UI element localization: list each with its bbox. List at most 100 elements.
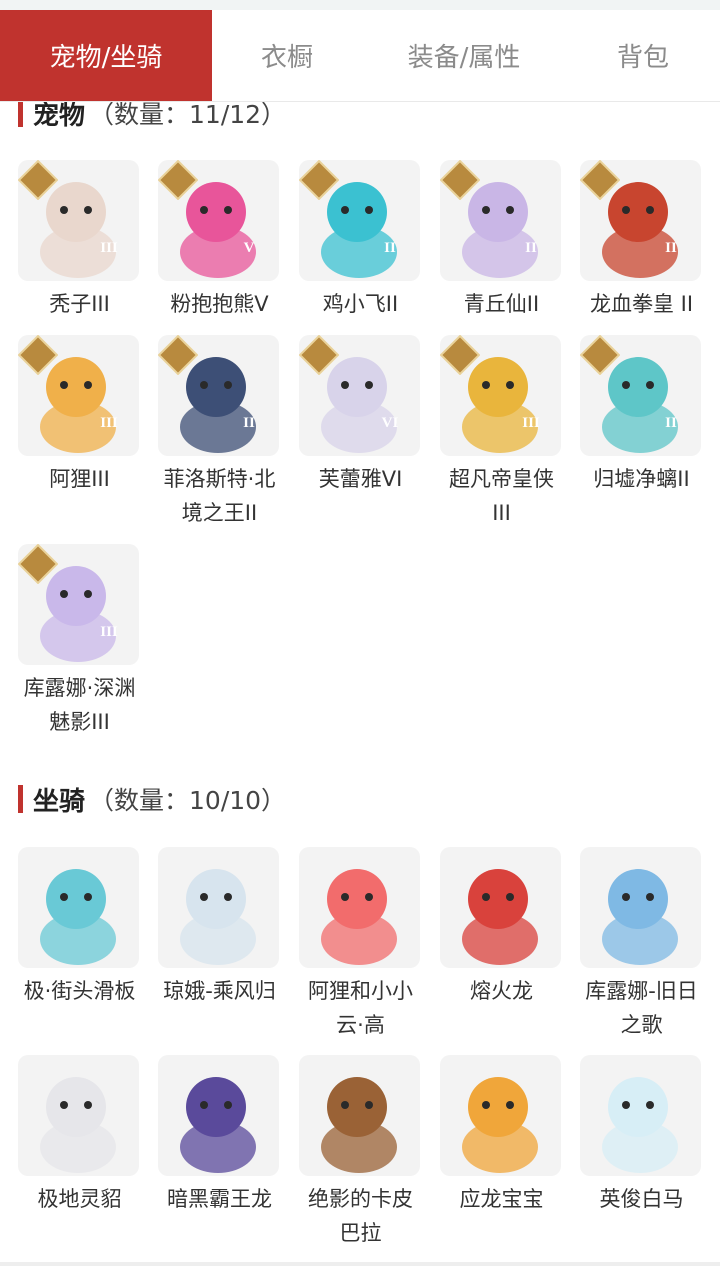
mounts-section-title: 坐骑 (33, 786, 86, 817)
white-horse-icon (602, 1077, 678, 1173)
collection-card[interactable]: II 青丘仙II (440, 160, 563, 321)
collection-card[interactable]: II 菲洛斯特·北境之王II (158, 335, 281, 530)
item-thumbnail: II (299, 160, 420, 281)
rank-badge-icon (299, 160, 339, 200)
section-accent-bar (18, 99, 23, 127)
item-thumbnail: III (18, 544, 139, 665)
item-name: 超凡帝皇侠III (449, 467, 554, 525)
rank-label: III (100, 623, 118, 640)
item-thumbnail (580, 847, 701, 968)
collection-card[interactable]: III 库露娜·深渊魅影III (18, 544, 141, 739)
item-name: 库露娜-旧日之歌 (585, 979, 698, 1037)
rank-label: II (525, 239, 537, 256)
dark-trex-icon (180, 1077, 256, 1173)
collection-card[interactable]: 库露娜-旧日之歌 (580, 847, 703, 1042)
rank-badge-icon (440, 335, 480, 375)
mounts-section-header: 坐骑 （数量：10/10） (18, 782, 286, 817)
item-name: 芙蕾雅VI (318, 467, 403, 491)
collection-card[interactable]: 绝影的卡皮巴拉 (299, 1055, 422, 1250)
rank-badge-icon (299, 335, 339, 375)
item-thumbnail: V (158, 160, 279, 281)
item-thumbnail: II (158, 335, 279, 456)
collection-card[interactable]: II 鸡小飞II (299, 160, 422, 321)
collection-card[interactable]: II 归墟净螭II (580, 335, 703, 496)
polar-mink-icon (40, 1077, 116, 1173)
rank-badge-icon (158, 335, 198, 375)
item-thumbnail (18, 1055, 139, 1176)
kuluna-song-icon (602, 869, 678, 965)
rank-badge-icon (18, 335, 58, 375)
collection-card[interactable]: III 超凡帝皇侠III (440, 335, 563, 530)
item-name: 英俊白马 (599, 1187, 684, 1211)
item-thumbnail: III (18, 335, 139, 456)
item-thumbnail (440, 1055, 561, 1176)
rank-label: III (100, 414, 118, 431)
tab-equipment-attributes[interactable]: 装备/属性 (362, 10, 566, 101)
item-name: 库露娜·深渊魅影III (23, 676, 136, 734)
item-thumbnail (158, 847, 279, 968)
collection-card[interactable]: II 龙血拳皇 II (580, 160, 703, 321)
item-name: 粉抱抱熊Ⅴ (170, 292, 269, 316)
item-thumbnail (580, 1055, 701, 1176)
bottom-divider (0, 1262, 720, 1266)
collection-card[interactable]: 阿狸和小小云·高 (299, 847, 422, 1042)
item-name: 鸡小飞II (322, 292, 399, 316)
item-name: 龙血拳皇 II (589, 292, 694, 316)
item-name: 青丘仙II (463, 292, 540, 316)
item-name: 琼娥-乘风归 (163, 979, 276, 1003)
item-name: 极地灵貂 (37, 1187, 122, 1211)
rank-label: VI (381, 414, 399, 431)
item-thumbnail (158, 1055, 279, 1176)
collection-card[interactable]: V 粉抱抱熊Ⅴ (158, 160, 281, 321)
item-name: 菲洛斯特·北境之王II (163, 467, 276, 525)
rank-label: V (243, 239, 255, 256)
ali-cloud-icon (321, 869, 397, 965)
tab-backpack[interactable]: 背包 (566, 10, 720, 101)
collection-card[interactable]: 极·街头滑板 (18, 847, 141, 1008)
tab-pets-mounts[interactable]: 宠物/坐骑 (0, 10, 212, 101)
item-thumbnail (18, 847, 139, 968)
section-accent-bar (18, 785, 23, 813)
collection-card[interactable]: VI 芙蕾雅VI (299, 335, 422, 496)
rank-badge-icon (158, 160, 198, 200)
item-name: 阿狸和小小云·高 (308, 979, 413, 1037)
collection-card[interactable]: 英俊白马 (580, 1055, 703, 1216)
item-thumbnail (299, 1055, 420, 1176)
item-thumbnail: III (18, 160, 139, 281)
item-name: 阿狸III (49, 467, 110, 491)
tab-wardrobe[interactable]: 衣橱 (212, 10, 362, 101)
collection-card[interactable]: III 阿狸III (18, 335, 141, 496)
scroll-content[interactable]: 宠物 （数量：11/12） III 秃子III V 粉抱抱熊Ⅴ II 鸡小飞II II 青丘仙… (0, 0, 720, 1266)
tab-bar: 宠物/坐骑 衣橱 装备/属性 背包 (0, 10, 720, 102)
item-name: 极·街头滑板 (23, 979, 136, 1003)
item-thumbnail: II (580, 160, 701, 281)
collection-card[interactable]: 熔火龙 (440, 847, 563, 1008)
item-thumbnail: II (440, 160, 561, 281)
collection-card[interactable]: 极地灵貂 (18, 1055, 141, 1216)
collection-card[interactable]: 应龙宝宝 (440, 1055, 563, 1216)
collection-card[interactable]: 琼娥-乘风归 (158, 847, 281, 1008)
baby-dragon-icon (462, 1077, 538, 1173)
item-thumbnail (440, 847, 561, 968)
skateboard-icon (40, 869, 116, 965)
collection-card[interactable]: 暗黑霸王龙 (158, 1055, 281, 1216)
rank-badge-icon (18, 544, 58, 584)
rank-badge-icon (580, 335, 620, 375)
item-name: 秃子III (49, 292, 110, 316)
item-thumbnail: III (440, 335, 561, 456)
item-name: 归墟净螭II (593, 467, 690, 491)
rank-label: III (100, 239, 118, 256)
rank-label: II (665, 414, 677, 431)
item-thumbnail (299, 847, 420, 968)
moon-fairy-icon (180, 869, 256, 965)
collection-card[interactable]: III 秃子III (18, 160, 141, 321)
item-thumbnail: VI (299, 335, 420, 456)
item-name: 暗黑霸王龙 (167, 1187, 272, 1211)
rank-badge-icon (440, 160, 480, 200)
item-name: 应龙宝宝 (459, 1187, 544, 1211)
capybara-icon (321, 1077, 397, 1173)
item-thumbnail: II (580, 335, 701, 456)
rank-badge-icon (18, 160, 58, 200)
item-name: 熔火龙 (470, 979, 533, 1003)
rank-label: II (243, 414, 255, 431)
